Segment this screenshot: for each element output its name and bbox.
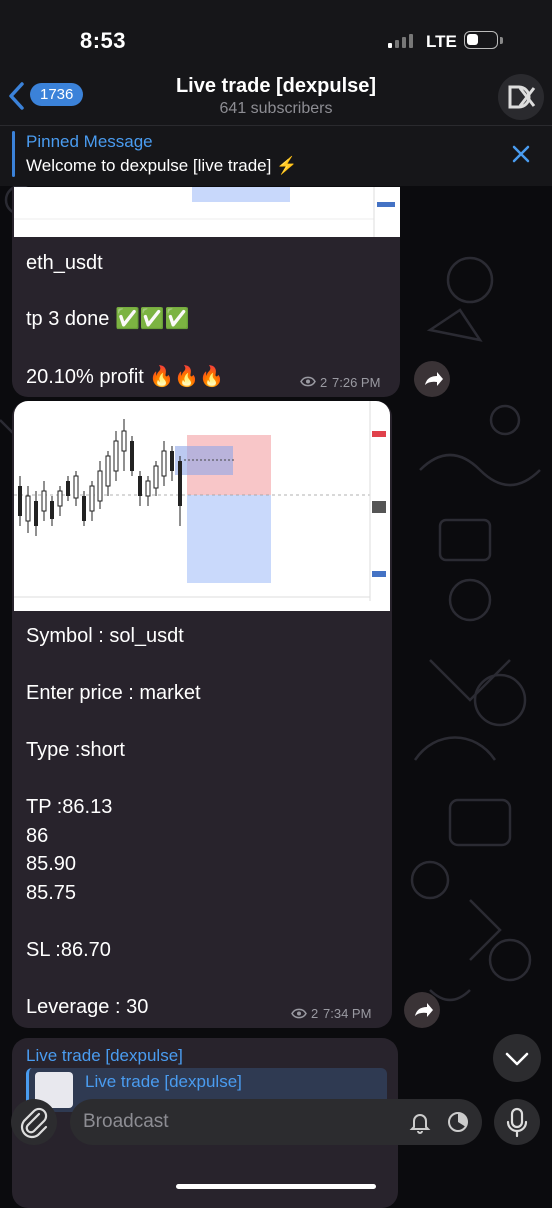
channel-avatar[interactable] [498,74,544,120]
forward-button[interactable] [404,992,440,1028]
message-line: 85.75 [26,882,77,904]
channel-title[interactable]: Live trade [dexpulse] [0,75,552,98]
message-line: 86 [26,825,49,847]
signal-icon [388,34,413,48]
chevron-down-icon [505,1052,529,1066]
pinned-indicator [12,131,15,177]
message-bubble-eth[interactable]: eth_usdt tp 3 done ✅✅✅ 20.10% profit 🔥🔥🔥… [12,187,400,397]
battery-icon [464,31,498,49]
message-line: eth_usdt [26,252,103,274]
battery-tip [500,37,503,44]
pinned-message-bar[interactable]: Pinned Message Welcome to dexpulse [live… [0,125,552,186]
microphone-button[interactable] [494,1099,540,1145]
trade-chart-image[interactable] [14,401,390,611]
views-count: 2 [320,375,328,390]
views-eye-icon [300,376,316,387]
message-line: SL :86.70 [26,939,111,961]
message-time: 7:34 PM [323,1006,372,1021]
dexpulse-logo-icon [508,85,536,109]
status-time: 8:53 [80,28,127,53]
message-line: Leverage : 30 [26,996,149,1018]
message-line: Symbol : sol_usdt [26,625,184,647]
chat-header: 1736 Live trade [dexpulse] 641 subscribe… [0,70,552,125]
message-line: 20.10% profit 🔥🔥🔥 [26,366,225,388]
message-line: tp 3 done ✅✅✅ [26,308,190,330]
trade-chart-image[interactable] [14,187,400,237]
bell-icon[interactable] [408,1110,432,1134]
network-label: LTE [426,32,457,51]
message-time: 7:26 PM [332,375,381,390]
scroll-to-bottom-button[interactable] [493,1034,541,1082]
message-line: 85.90 [26,853,77,875]
message-bubble-sol[interactable]: Symbol : sol_usdt Enter price : market T… [12,401,392,1028]
home-indicator [176,1184,376,1189]
broadcast-input[interactable]: Broadcast [70,1099,482,1145]
composer-bar: Broadcast [0,1090,552,1200]
input-placeholder: Broadcast [83,1111,169,1132]
paperclip-icon [20,1107,48,1139]
forward-button[interactable] [414,361,450,397]
quote-title: Live trade [dexpulse] [85,1072,242,1091]
status-bar: 8:53 LTE [0,0,552,80]
attach-button[interactable] [11,1099,57,1145]
message-line: Enter price : market [26,682,201,704]
views-count: 2 [311,1006,319,1021]
microphone-icon [506,1107,528,1138]
pinned-title: Pinned Message [26,132,153,151]
share-arrow-icon [415,1003,433,1017]
close-icon[interactable] [510,143,532,165]
forwarded-channel-name[interactable]: Live trade [dexpulse] [26,1046,183,1066]
message-line: TP :86.13 [26,796,113,818]
message-line: Type :short [26,739,125,761]
views-eye-icon [291,1008,307,1019]
subscriber-count: 641 subscribers [219,100,333,117]
timer-icon[interactable] [446,1110,470,1134]
pinned-text: Welcome to dexpulse [live trade] ⚡ [26,156,298,175]
share-arrow-icon [425,372,443,386]
